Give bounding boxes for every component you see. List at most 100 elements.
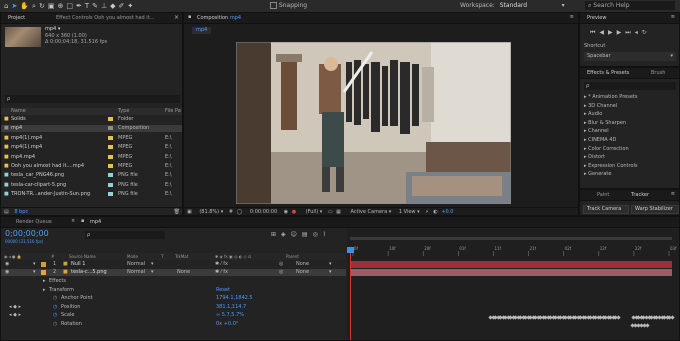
mask-icon[interactable]: ◯ xyxy=(237,209,243,215)
layer-switches-icon[interactable]: ✱ ⁄ fx xyxy=(215,261,228,268)
rotate-tool-icon[interactable]: ↻ xyxy=(39,2,48,10)
expand-arrow-icon[interactable]: ▸ xyxy=(43,278,46,285)
column-parent[interactable]: Parent xyxy=(286,253,299,260)
chevron-down-icon[interactable]: ▾ xyxy=(151,261,154,268)
expand-arrow-icon[interactable]: ▸ xyxy=(43,287,46,294)
parent-select[interactable]: None xyxy=(296,261,309,268)
close-icon[interactable]: × xyxy=(174,14,179,21)
tab-tracker[interactable]: Tracker xyxy=(628,191,652,199)
last-frame-icon[interactable]: ⏭ xyxy=(625,29,634,36)
region-icon[interactable]: ▭ xyxy=(328,209,333,215)
property-row[interactable]: ◂ ◆ ▸ ◷ Position 381.1,114.7 xyxy=(1,304,346,311)
keyframe-marker[interactable] xyxy=(645,323,650,328)
tab-paint[interactable]: Paint xyxy=(594,191,612,199)
warp-stabilizer-button[interactable]: Warp Stabilizer xyxy=(631,205,679,214)
stopwatch-icon[interactable]: ◷ xyxy=(53,295,57,302)
tab-effect-controls[interactable]: Effect Controls Ooh you almost had it... xyxy=(53,14,157,22)
property-value[interactable]: 381.1,114.7 xyxy=(216,304,246,311)
effects-category-item[interactable]: ▸ Audio xyxy=(584,111,679,118)
mute-icon[interactable]: ◂ xyxy=(635,29,642,36)
trkmat-select[interactable]: None xyxy=(177,269,190,276)
column-name[interactable]: Name xyxy=(11,108,26,115)
property-value[interactable]: 1794.1,1842.5 xyxy=(216,295,253,302)
blend-mode-select[interactable]: Normal xyxy=(127,261,145,268)
project-list-item[interactable]: ■ tesla_car_PNG46.png PNG file E:\ xyxy=(1,172,182,179)
tab-brush[interactable]: Brush xyxy=(648,69,668,77)
shortcut-select[interactable]: Spacebar ▾ xyxy=(584,52,676,61)
transparency-icon[interactable]: ▦ xyxy=(336,209,341,215)
prev-frame-icon[interactable]: ◀ xyxy=(599,29,608,36)
project-list-item[interactable]: ■ mp4.mp4 MPEG E:\ xyxy=(1,154,182,161)
playhead-icon[interactable] xyxy=(347,247,354,253)
layer-bar-tesla[interactable] xyxy=(350,269,672,276)
keyframe-marker[interactable] xyxy=(670,315,675,320)
puppet-tool-icon[interactable]: ✦ xyxy=(127,2,136,10)
project-list-item[interactable]: ■ mp4(1).mp4 MPEG E:\ xyxy=(1,135,182,142)
trash-icon[interactable]: 🗑 xyxy=(174,208,180,215)
brush-tool-icon[interactable]: ✎ xyxy=(92,2,101,10)
chevron-down-icon[interactable]: ▾ xyxy=(329,269,332,276)
channel-icon[interactable]: ● xyxy=(292,209,296,215)
chevron-down-icon[interactable]: ▾ xyxy=(329,261,332,268)
views-select[interactable]: 1 View xyxy=(399,209,416,215)
effects-category-item[interactable]: ▸ Generate xyxy=(584,171,679,178)
fast-preview-icon[interactable]: ⚡ xyxy=(425,209,429,215)
chevron-down-icon[interactable]: ▾ xyxy=(151,269,154,276)
clone-stamp-tool-icon[interactable]: ⊥ xyxy=(101,2,110,10)
effects-category-item[interactable]: ▸ Channel xyxy=(584,128,679,135)
project-search-input[interactable]: ρ xyxy=(5,95,180,103)
comp-flowchart-icon[interactable]: ⊞ xyxy=(271,231,281,238)
expand-arrow-icon[interactable]: ▾ xyxy=(33,269,36,276)
effects-category-item[interactable]: ▸ Blur & Sharpen xyxy=(584,120,679,127)
tab-composition[interactable]: Composition mp4 xyxy=(194,14,244,22)
effects-category-item[interactable]: ▸ Color Correction xyxy=(584,146,679,153)
parent-select[interactable]: None xyxy=(296,269,309,276)
timeline-graph-area[interactable]: 0f 10f 20f 01f 11f 21f 02f 12f 22f 03f xyxy=(347,229,679,340)
pick-whip-icon[interactable]: ◎ xyxy=(279,261,283,268)
panel-menu-icon[interactable]: ≡ xyxy=(570,14,574,20)
layer-row[interactable]: ◉ ▾ 2 ■ tesla-c...5.png Normal ▾ None ✱ ⁄ fx ◎ Non… xyxy=(1,269,346,276)
panel-menu-icon[interactable]: ≡ xyxy=(671,14,675,20)
effects-category-item[interactable]: ▸ CINEMA 4D xyxy=(584,137,679,144)
comp-breadcrumb[interactable]: mp4 xyxy=(192,27,212,34)
visibility-icon[interactable]: ◉ xyxy=(5,269,9,276)
resolution-select[interactable]: (Full) xyxy=(306,209,318,215)
lock-icon[interactable]: ▪ xyxy=(188,14,191,20)
column-file-path[interactable]: File Pa xyxy=(165,108,181,115)
chevron-down-icon[interactable]: ▾ xyxy=(389,209,392,215)
tab-timeline-comp[interactable]: mp4 xyxy=(87,218,104,226)
bpc-button[interactable]: 8 bpc xyxy=(14,209,28,215)
effects-search-input[interactable]: ρ xyxy=(584,82,676,90)
timeline-search-input[interactable]: ρ xyxy=(85,231,165,239)
grid-icon[interactable]: # xyxy=(229,209,233,215)
snapshot-icon[interactable]: ◉ xyxy=(284,209,288,215)
stopwatch-icon[interactable]: ◷ xyxy=(53,312,57,319)
draft-3d-icon[interactable]: ◈ xyxy=(281,231,291,238)
camera-tool-icon[interactable]: ▣ xyxy=(48,2,58,10)
column-type[interactable]: Type xyxy=(118,108,129,115)
camera-select[interactable]: Active Camera xyxy=(351,209,388,215)
visibility-icon[interactable]: ◉ xyxy=(5,261,9,268)
tab-effects-presets[interactable]: Effects & Presets xyxy=(584,69,632,77)
chevron-down-icon[interactable]: ▾ xyxy=(417,209,420,215)
column-source-name[interactable]: Source Name xyxy=(69,253,96,260)
blend-mode-select[interactable]: Normal xyxy=(127,269,145,276)
project-list-item[interactable]: ■ Ooh you almost had it....mp4 MPEG E:\ xyxy=(1,163,182,170)
layer-name[interactable]: Null 1 xyxy=(71,261,85,268)
column-trkmat[interactable]: TrkMat xyxy=(175,253,188,260)
project-list-item[interactable]: ■ mp4 Composition xyxy=(1,125,182,133)
mask-tool-icon[interactable]: □ xyxy=(66,2,76,10)
always-preview-icon[interactable]: ▣ xyxy=(187,209,192,215)
stopwatch-icon[interactable]: ◷ xyxy=(53,304,57,311)
tab-preview[interactable]: Preview xyxy=(584,14,609,22)
track-camera-button[interactable]: Track Camera xyxy=(583,205,629,214)
selection-tool-icon[interactable]: ➤ xyxy=(11,2,20,10)
effects-category-item[interactable]: ▸ * Animation Presets xyxy=(584,94,679,101)
expand-arrow-icon[interactable]: ▾ xyxy=(33,261,36,268)
property-row[interactable]: ◷ Anchor Point 1794.1,1842.5 xyxy=(1,295,346,302)
type-tool-icon[interactable]: T xyxy=(85,2,92,10)
exposure-icon[interactable]: ◐ xyxy=(433,209,437,215)
property-row[interactable]: ▸ Effects xyxy=(1,278,346,285)
pen-tool-icon[interactable]: ✒ xyxy=(76,2,85,10)
layer-row[interactable]: ◉ ▾ 1 ■ Null 1 Normal ▾ ✱ ⁄ fx ◎ None ▾ xyxy=(1,261,346,268)
